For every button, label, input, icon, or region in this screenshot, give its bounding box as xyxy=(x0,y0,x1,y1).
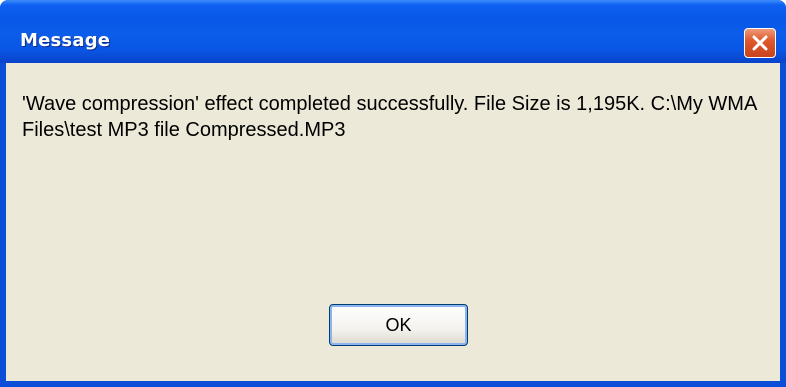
dialog-title: Message xyxy=(20,30,111,51)
dialog-body: 'Wave compression' effect completed succ… xyxy=(6,63,780,381)
close-button[interactable] xyxy=(744,28,776,58)
ok-button[interactable]: OK xyxy=(329,304,468,346)
close-icon xyxy=(752,35,768,51)
message-text: 'Wave compression' effect completed succ… xyxy=(22,93,757,141)
title-bar[interactable]: Message xyxy=(0,0,786,63)
ok-button-label: OK xyxy=(385,314,412,335)
message-dialog: Message 'Wave compression' effect comple… xyxy=(0,0,786,387)
